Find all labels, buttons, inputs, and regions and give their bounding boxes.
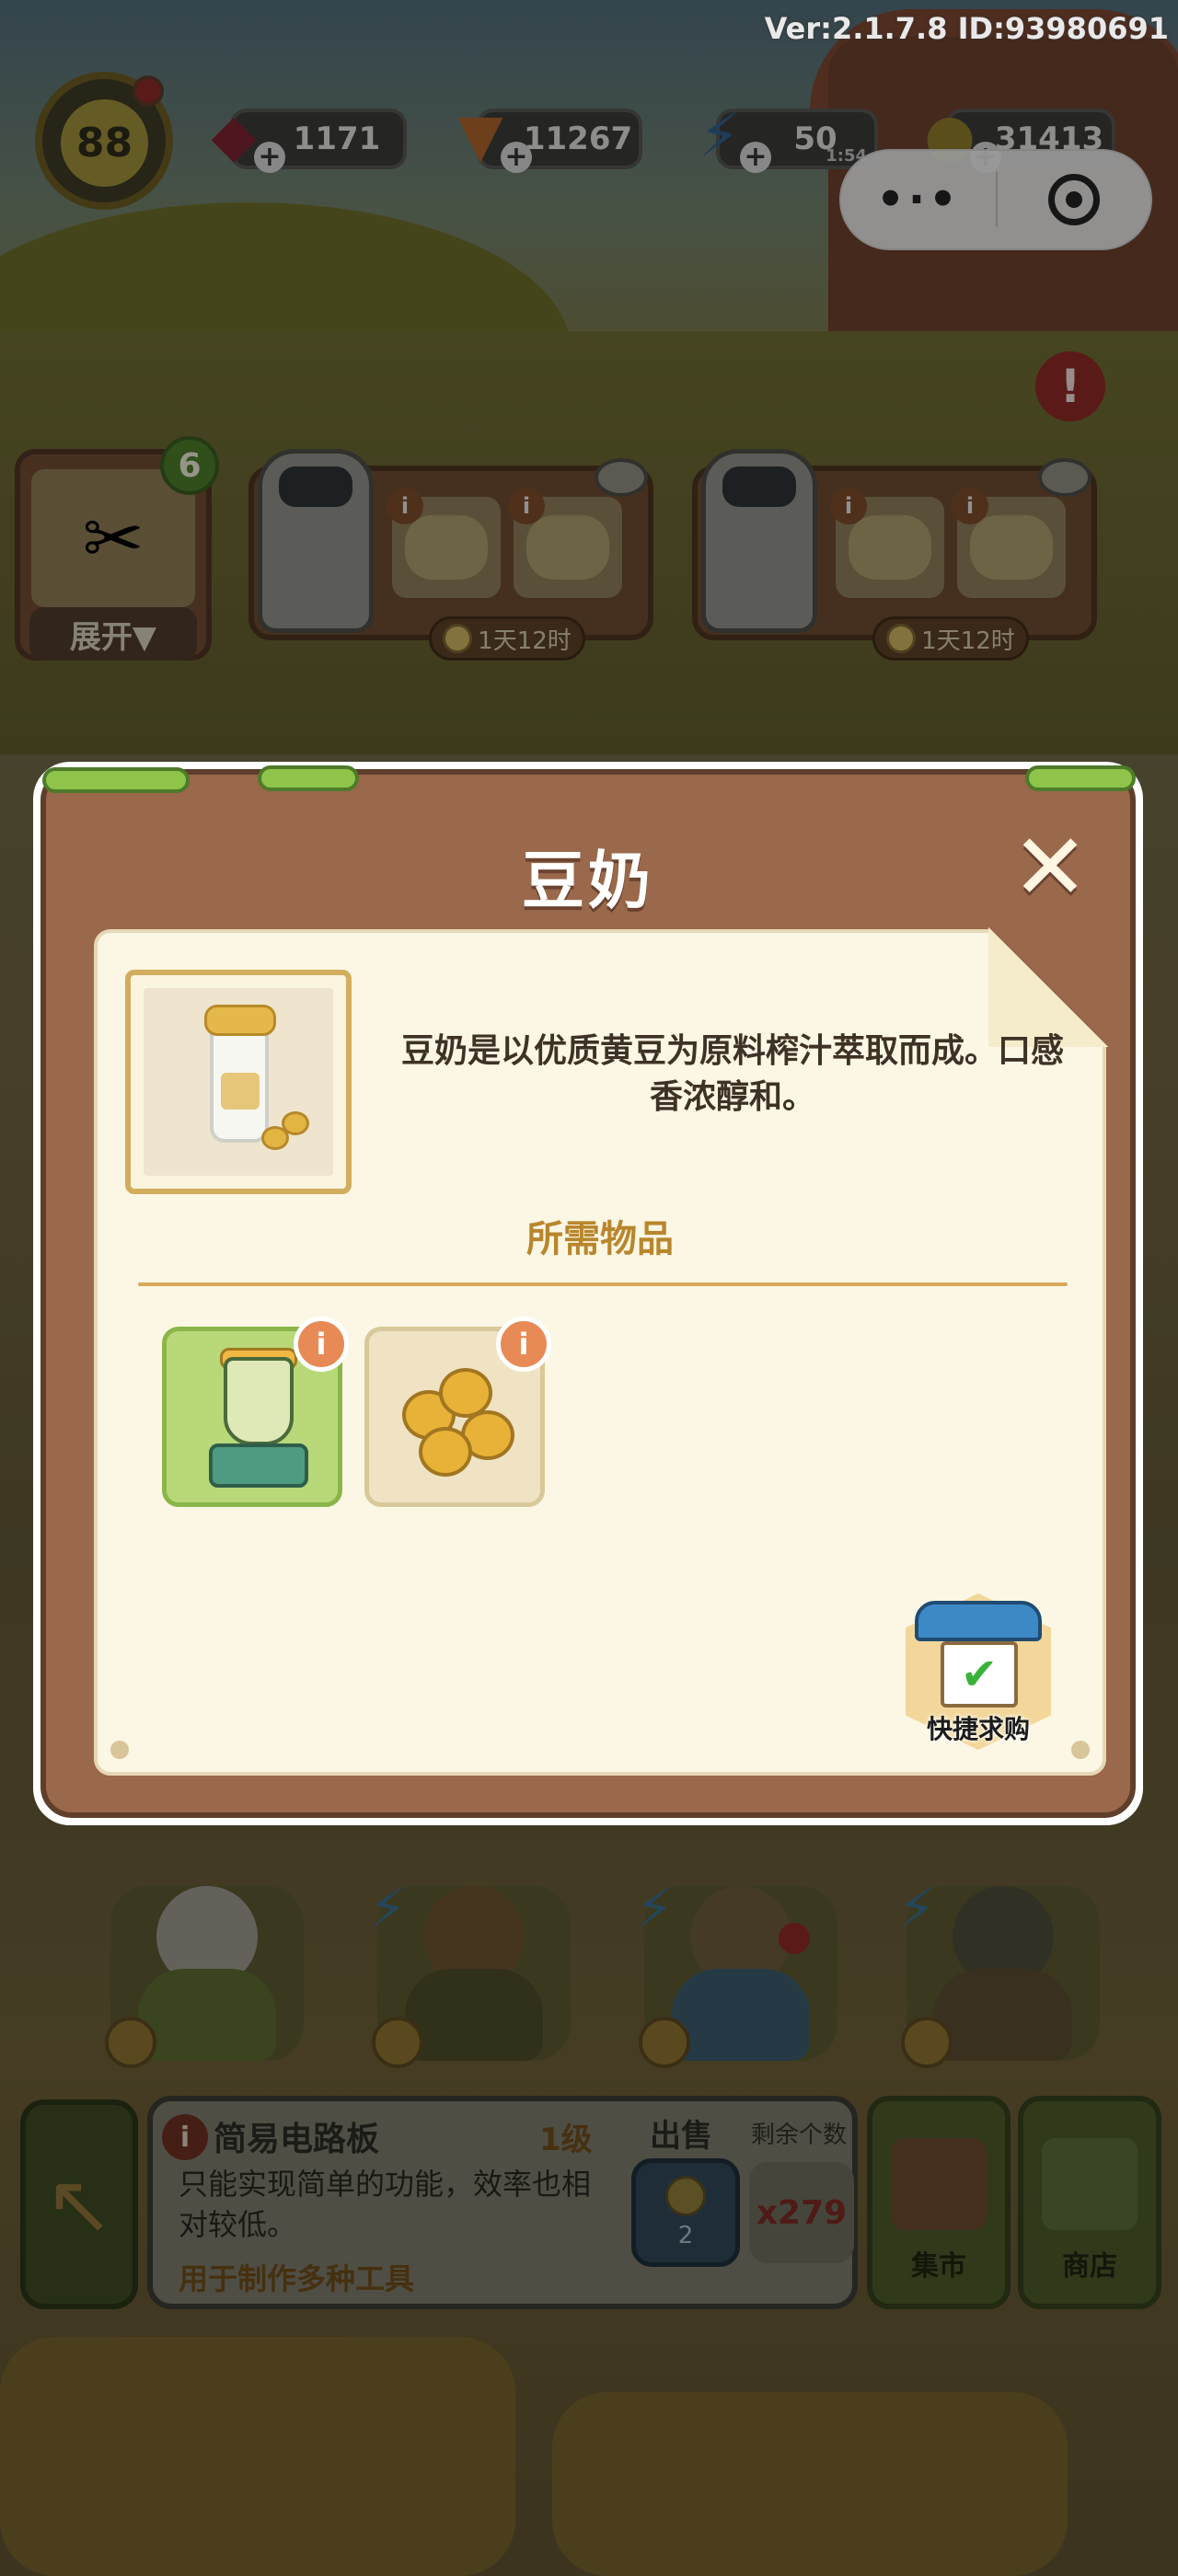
grass-decoration [1025, 765, 1136, 791]
dialog-frame: 豆奶 ✕ 豆奶是以优质黄豆为原料榨汁萃取而成。口感香浓醇和。 所需物品 i i … [40, 765, 1136, 1818]
awning-icon [915, 1601, 1042, 1641]
bean [282, 1111, 309, 1135]
pin-dot [1071, 1741, 1090, 1759]
product-description: 豆奶是以优质黄豆为原料榨汁萃取而成。口感香浓醇和。 [400, 1032, 1064, 1116]
dialog-paper: 豆奶是以优质黄豆为原料榨汁萃取而成。口感香浓醇和。 所需物品 i i ✔ 快捷求… [94, 927, 1108, 1776]
soy-milk-icon [144, 988, 333, 1176]
close-icon[interactable]: ✕ [1007, 822, 1093, 914]
divider [138, 1282, 1068, 1286]
quick-buy-button[interactable]: ✔ 快捷求购 [900, 1588, 1057, 1754]
bottle-label [221, 1073, 260, 1110]
required-item-soybeans[interactable]: i [364, 1317, 551, 1507]
quick-buy-label: 快捷求购 [926, 1714, 1030, 1744]
dialog-title: 豆奶 [521, 845, 654, 918]
grass-decoration [258, 765, 359, 791]
soybean [419, 1427, 472, 1477]
juicer-base [209, 1443, 308, 1488]
bottle-cap [204, 1005, 276, 1036]
juicer-cup [224, 1357, 294, 1445]
required-item-juicer[interactable]: i [162, 1317, 349, 1507]
version-text: Ver:2.1.7.8 ID:93980691 [764, 11, 1169, 46]
pin-dot [110, 1741, 129, 1759]
info-icon[interactable]: i [294, 1317, 349, 1372]
item-detail-dialog: 豆奶 ✕ 豆奶是以优质黄豆为原料榨汁萃取而成。口感香浓醇和。 所需物品 i i … [33, 762, 1143, 1825]
grass-decoration [42, 767, 190, 793]
info-icon[interactable]: i [496, 1317, 551, 1372]
product-image-frame [125, 970, 352, 1194]
required-items-title: 所需物品 [526, 1218, 674, 1260]
checkmark-icon: ✔ [941, 1641, 1018, 1708]
